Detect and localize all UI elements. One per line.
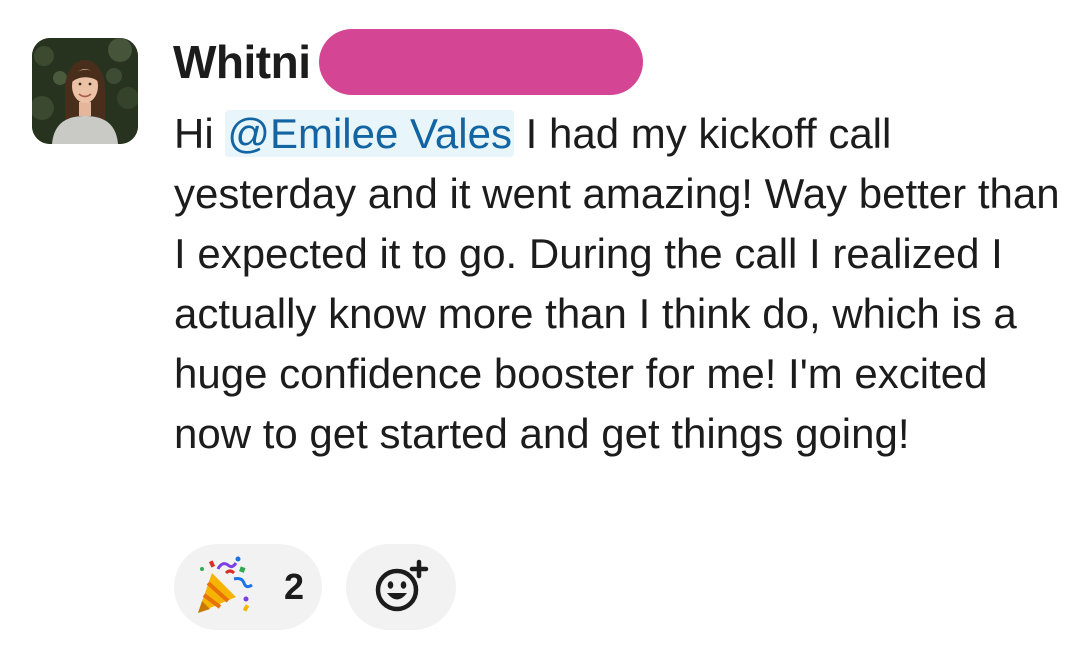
message-text: Hi @Emilee Vales I had my kickoff call y… bbox=[174, 104, 1064, 464]
redacted-surname bbox=[318, 29, 643, 95]
avatar-photo bbox=[32, 38, 138, 144]
add-reaction-button[interactable] bbox=[346, 544, 456, 630]
party-popper-icon bbox=[198, 556, 253, 613]
message-header: Whitni bbox=[173, 29, 643, 95]
reactions-bar: 2 bbox=[174, 544, 456, 630]
avatar[interactable] bbox=[32, 38, 138, 144]
add-emoji-icon bbox=[375, 559, 429, 612]
message-text-after: I had my kickoff call yesterday and it w… bbox=[174, 110, 1060, 457]
user-mention[interactable]: @Emilee Vales bbox=[225, 110, 514, 157]
message-text-before: Hi bbox=[174, 110, 226, 157]
reaction-party-popper[interactable]: 2 bbox=[174, 544, 322, 630]
reaction-count: 2 bbox=[283, 566, 304, 607]
sender-name[interactable]: Whitni bbox=[173, 35, 311, 89]
